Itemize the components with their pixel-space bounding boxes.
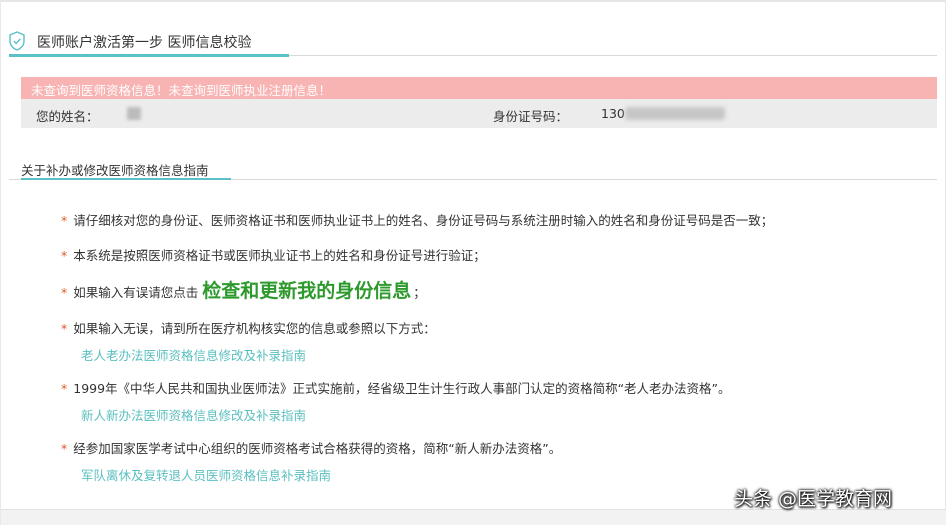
alert-text: 未查询到医师资格信息！未查询到医师执业注册信息！ <box>31 83 332 98</box>
guide-item-6: * 经参加国家医学考试中心组织的医师资格考试合格获得的资格，简称“新人新办法资格”… <box>61 438 561 457</box>
bullet-star: * <box>61 441 68 456</box>
error-alert: 未查询到医师资格信息！未查询到医师执业注册信息！ <box>21 77 937 99</box>
guide-underline <box>21 178 231 180</box>
name-redacted <box>127 107 141 120</box>
military-guide-link[interactable]: 军队离休及复转退人员医师资格信息补录指南 <box>81 465 331 484</box>
guide-title: 关于补办或修改医师资格信息指南 <box>21 163 209 178</box>
page-title: 医师账户激活第一步 医师信息校验 <box>37 35 252 51</box>
guide-item-1: * 请仔细核对您的身份证、医师资格证书和医师执业证书上的姓名、身份证号码与系统注册… <box>61 210 773 229</box>
user-info-row: 您的姓名： 身份证号码： 130 <box>21 99 937 128</box>
bullet-star: * <box>61 321 68 336</box>
guide-item-text: 本系统是按照医师资格证书或医师执业证书上的姓名和身份证号进行验证； <box>73 248 486 263</box>
guide-item-text: 请仔细核对您的身份证、医师资格证书和医师执业证书上的姓名、身份证号码与系统注册时… <box>73 213 774 228</box>
guide-item-text: 如果输入无误，请到所在医疗机构核实您的信息或参照以下方式： <box>73 321 436 336</box>
bullet-star: * <box>61 381 68 396</box>
shield-check-icon <box>9 31 25 51</box>
bullet-star: * <box>61 248 68 263</box>
top-divider <box>1 0 946 2</box>
guide-item-text: 1999年《中华人民共和国执业医师法》正式实施前，经省级卫生计生行政人事部门认定… <box>73 381 731 396</box>
old-method-guide-link[interactable]: 老人老办法医师资格信息修改及补录指南 <box>81 345 306 364</box>
guide-item-text: 经参加国家医学考试中心组织的医师资格考试合格获得的资格，简称“新人新办法资格”。 <box>73 441 562 456</box>
bullet-star: * <box>61 285 68 300</box>
bullet-star: * <box>61 213 68 228</box>
title-underline <box>9 54 289 57</box>
page-frame: 医师账户激活第一步 医师信息校验 未查询到医师资格信息！未查询到医师执业注册信息… <box>0 0 946 525</box>
section-header: 医师账户激活第一步 医师信息校验 <box>9 28 937 57</box>
guide-item-4: * 如果输入无误，请到所在医疗机构核实您的信息或参照以下方式： <box>61 318 436 337</box>
guide-item-5: * 1999年《中华人民共和国执业医师法》正式实施前，经省级卫生计生行政人事部门认… <box>61 378 731 397</box>
guide-header: 关于补办或修改医师资格信息指南 <box>9 150 937 180</box>
id-value: 130 <box>601 106 625 121</box>
guide-item-3: * 如果输入有误请您点击 检查和更新我的身份信息； <box>61 276 426 303</box>
id-label: 身份证号码： <box>493 109 569 124</box>
guide-item-text: 如果输入有误请您点击 <box>73 285 199 300</box>
id-redacted <box>625 107 725 120</box>
footer-bar <box>1 509 946 525</box>
guide-item-suffix: ； <box>413 285 426 300</box>
new-method-guide-link[interactable]: 新人新办法医师资格信息修改及补录指南 <box>81 405 306 424</box>
update-identity-link[interactable]: 检查和更新我的身份信息 <box>202 280 411 302</box>
name-label: 您的姓名： <box>36 109 99 124</box>
guide-item-2: * 本系统是按照医师资格证书或医师执业证书上的姓名和身份证号进行验证； <box>61 245 486 264</box>
watermark: 头条 @医学教育网 <box>734 488 893 510</box>
